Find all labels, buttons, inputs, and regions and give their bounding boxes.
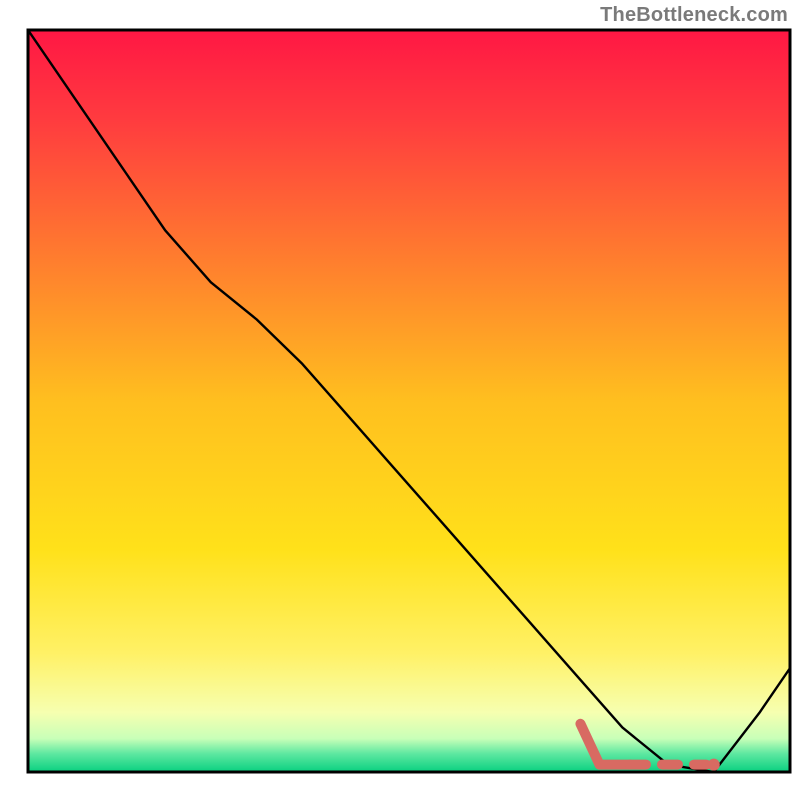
chart-root: { "attribution": "TheBottleneck.com", "c… bbox=[0, 0, 800, 800]
bottleneck-chart bbox=[0, 0, 800, 800]
gradient-background bbox=[28, 30, 790, 772]
attribution-text: TheBottleneck.com bbox=[600, 4, 788, 27]
